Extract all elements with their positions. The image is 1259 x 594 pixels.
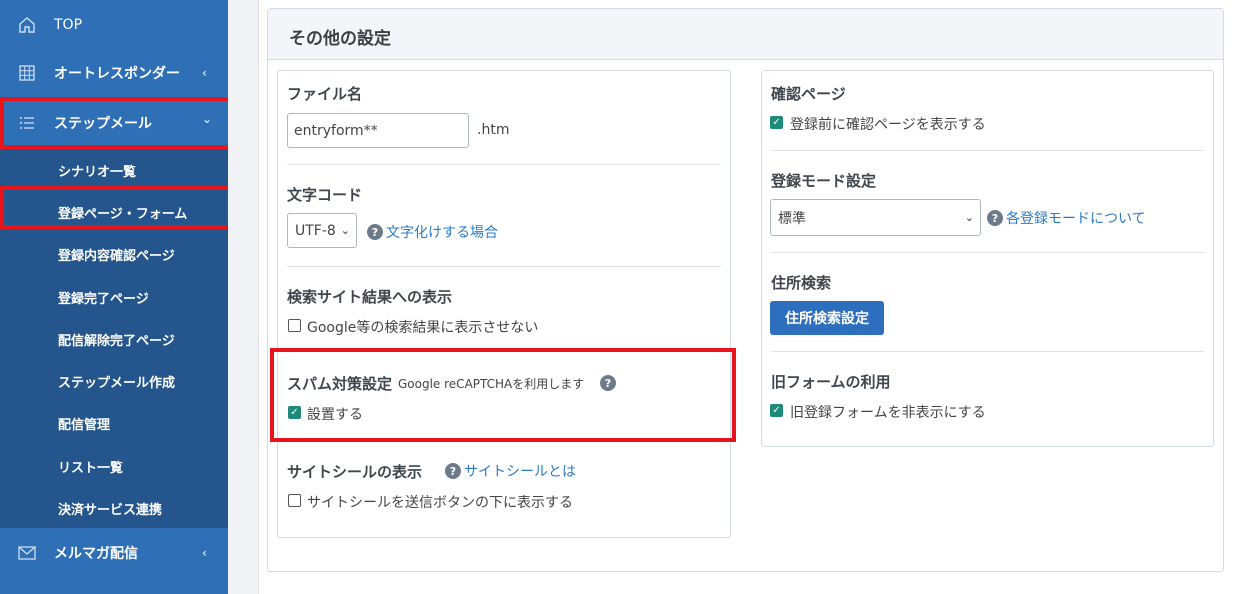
sidebar-item-label: メルマガ配信 bbox=[54, 546, 138, 562]
sidebar-item-autoresponder[interactable]: オートレスポンダー ‹ bbox=[0, 48, 228, 98]
sidebar-item-label: TOP bbox=[54, 17, 83, 33]
mode-selected: 標準 bbox=[778, 210, 806, 227]
confirm-checkbox-label: 登録前に確認ページを表示する bbox=[790, 117, 986, 133]
divider bbox=[287, 266, 721, 267]
highlight-box bbox=[0, 186, 231, 229]
search-checkbox[interactable] bbox=[288, 319, 301, 332]
search-title: 検索サイト結果への表示 bbox=[287, 288, 453, 306]
charset-help-label: 文字化けする場合 bbox=[386, 225, 498, 241]
card-header bbox=[268, 9, 1223, 60]
grid-icon bbox=[17, 63, 37, 83]
question-icon: ? bbox=[987, 210, 1003, 226]
chevron-left-icon: ‹ bbox=[202, 546, 207, 560]
confirm-title: 確認ページ bbox=[771, 85, 846, 103]
filename-title: ファイル名 bbox=[287, 85, 363, 103]
chevron-down-icon: ⌄ bbox=[964, 211, 974, 224]
sidebar: TOP オートレスポンダー ‹ ステップメール ⌄ シナリオ一覧 登録ページ・フ… bbox=[0, 0, 228, 594]
address-title: 住所検索 bbox=[771, 274, 832, 292]
oldform-title: 旧フォームの利用 bbox=[771, 373, 891, 391]
seal-checkbox-label: サイトシールを送信ボタンの下に表示する bbox=[307, 495, 573, 511]
highlight-box bbox=[0, 97, 233, 149]
sidebar-item-top[interactable]: TOP bbox=[0, 0, 228, 50]
filename-input[interactable]: entryform** bbox=[287, 113, 469, 148]
charset-help-link[interactable]: ? 文字化けする場合 bbox=[367, 222, 498, 242]
chevron-left-icon: ‹ bbox=[202, 66, 207, 80]
submenu-item[interactable]: 登録内容確認ページ bbox=[58, 245, 175, 264]
oldform-checkbox[interactable]: ✓ bbox=[770, 404, 783, 417]
address-search-button[interactable]: 住所検索設定 bbox=[770, 301, 884, 335]
charset-title: 文字コード bbox=[287, 186, 363, 204]
search-checkbox-label: Google等の検索結果に表示させない bbox=[307, 320, 539, 336]
card-title: その他の設定 bbox=[289, 29, 391, 49]
seal-help-label: サイトシールとは bbox=[464, 464, 576, 480]
divider bbox=[771, 351, 1204, 352]
divider bbox=[771, 150, 1204, 151]
sidebar-item-label: オートレスポンダー bbox=[54, 66, 180, 82]
oldform-checkbox-label: 旧登録フォームを非表示にする bbox=[790, 405, 986, 421]
seal-checkbox[interactable] bbox=[288, 494, 301, 507]
mode-title: 登録モード設定 bbox=[771, 172, 877, 190]
submenu-item[interactable]: 決済サービス連携 bbox=[58, 499, 162, 518]
submenu-item[interactable]: 登録完了ページ bbox=[58, 288, 149, 307]
submenu-item[interactable]: 配信管理 bbox=[58, 414, 110, 433]
submenu-item[interactable]: リスト一覧 bbox=[58, 457, 123, 476]
seal-help-link[interactable]: ? サイトシールとは bbox=[445, 461, 576, 481]
submenu-item[interactable]: 配信解除完了ページ bbox=[58, 330, 175, 349]
mode-help-link[interactable]: ? 各登録モードについて bbox=[987, 208, 1146, 228]
divider bbox=[287, 164, 721, 165]
charset-selected: UTF-8 bbox=[295, 222, 336, 239]
sidebar-item-mailmagazine[interactable]: メルマガ配信 ‹ bbox=[0, 528, 228, 578]
question-icon: ? bbox=[445, 463, 461, 479]
seal-title: サイトシールの表示 bbox=[287, 463, 423, 481]
chevron-down-icon: ⌄ bbox=[340, 224, 350, 237]
filename-suffix: .htm bbox=[477, 122, 510, 138]
charset-select[interactable]: UTF-8 ⌄ bbox=[287, 213, 357, 248]
submenu-item[interactable]: シナリオ一覧 bbox=[58, 161, 136, 180]
question-icon: ? bbox=[367, 224, 383, 240]
home-icon bbox=[17, 15, 37, 35]
divider bbox=[771, 252, 1204, 253]
mail-icon bbox=[17, 543, 37, 563]
mode-select[interactable]: 標準 ⌄ bbox=[770, 199, 981, 236]
confirm-checkbox[interactable]: ✓ bbox=[770, 116, 783, 129]
submenu-item[interactable]: ステップメール作成 bbox=[58, 372, 175, 391]
mode-help-label: 各登録モードについて bbox=[1006, 211, 1146, 227]
highlight-box bbox=[270, 348, 736, 442]
